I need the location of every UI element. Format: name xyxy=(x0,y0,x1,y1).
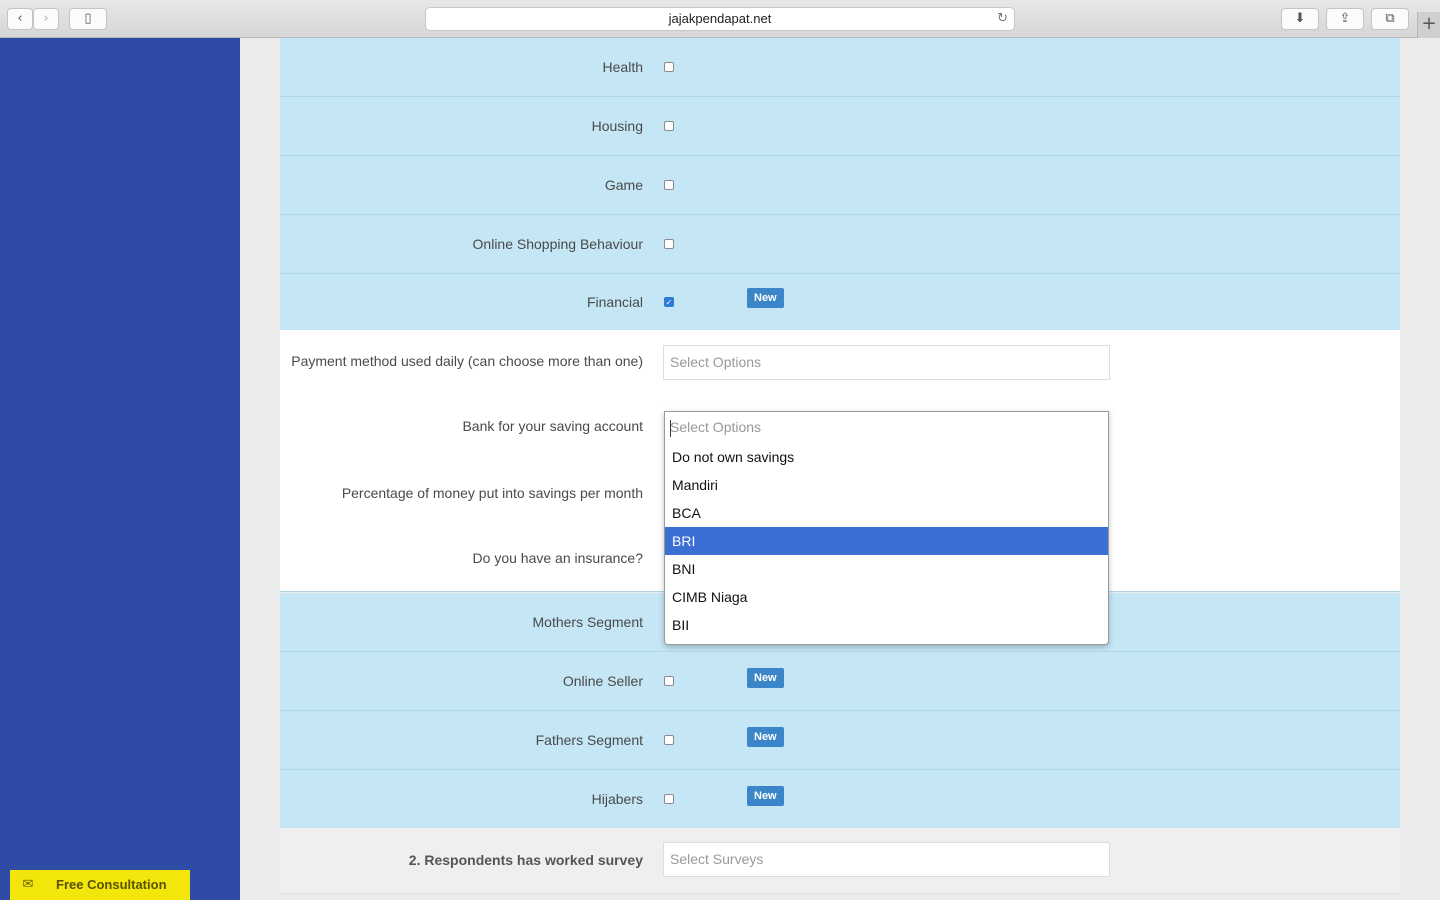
text-caret xyxy=(670,420,671,437)
reload-icon[interactable]: ↻ xyxy=(997,8,1008,30)
savings-percentage-label: Percentage of money put into savings per… xyxy=(341,485,643,501)
dropdown-search-input[interactable]: Select Options xyxy=(665,412,1108,443)
consultation-label: Free Consultation xyxy=(56,877,167,892)
bank-saving-label: Bank for your saving account xyxy=(462,418,643,434)
url-text: jajakpendapat.net xyxy=(668,11,772,26)
download-icon[interactable]: ⬇ xyxy=(1281,8,1319,30)
share-icon[interactable]: ⇪ xyxy=(1326,8,1364,30)
segment-checkbox-checked[interactable]: ✓ xyxy=(664,297,674,307)
segment-row-hijabers: Hijabers New xyxy=(280,770,1400,828)
free-consultation-button[interactable]: ✉ Free Consultation xyxy=(10,870,190,900)
payment-method-label: Payment method used daily (can choose mo… xyxy=(291,353,643,369)
segment-checkbox[interactable] xyxy=(664,735,674,745)
new-badge: New xyxy=(747,786,784,806)
dropdown-option[interactable]: BCA xyxy=(665,499,1108,527)
segment-row-game: Game xyxy=(280,156,1400,215)
segment-label: Housing xyxy=(591,118,643,134)
segment-checkbox[interactable] xyxy=(664,62,674,72)
segment-row-health: Health xyxy=(280,38,1400,97)
sidebar xyxy=(0,38,240,900)
segment-checkbox[interactable] xyxy=(664,180,674,190)
dropdown-option[interactable]: BNI xyxy=(665,555,1108,583)
segment-label: Hijabers xyxy=(591,791,643,807)
segment-row-online-shopping: Online Shopping Behaviour xyxy=(280,215,1400,274)
segment-row-financial: Financial ✓ New xyxy=(280,274,1400,330)
dropdown-option-highlighted[interactable]: BRI xyxy=(665,527,1108,555)
dropdown-option[interactable]: BII xyxy=(665,611,1108,639)
back-icon[interactable]: ‹ xyxy=(7,8,33,30)
segment-label: Game xyxy=(604,177,643,193)
sidebar-icon[interactable]: ▯ xyxy=(69,8,107,30)
segment-checkbox[interactable] xyxy=(664,121,674,131)
surveys-label: 2. Respondents has worked survey xyxy=(408,852,643,868)
segment-label: Fathers Segment xyxy=(535,732,643,748)
segment-checkbox[interactable] xyxy=(664,676,674,686)
segment-row-fathers: Fathers Segment New xyxy=(280,711,1400,770)
tabs-icon[interactable]: ⧉ xyxy=(1371,8,1409,30)
segment-label: Online Shopping Behaviour xyxy=(472,236,643,252)
dropdown-option[interactable]: Mandiri xyxy=(665,471,1108,499)
dropdown-placeholder: Select Options xyxy=(670,419,762,435)
segment-label: Financial xyxy=(586,294,643,310)
new-badge: New xyxy=(747,288,784,308)
segment-row-housing: Housing xyxy=(280,97,1400,156)
surveys-select[interactable]: Select Surveys xyxy=(663,842,1110,877)
segment-label: Mothers Segment xyxy=(532,614,644,630)
segment-row-online-seller: Online Seller New xyxy=(280,652,1400,711)
segment-label: Health xyxy=(602,59,643,75)
dropdown-option[interactable]: Do not own savings xyxy=(665,443,1108,471)
new-badge: New xyxy=(747,727,784,747)
envelope-icon: ✉ xyxy=(22,877,34,892)
insurance-label: Do you have an insurance? xyxy=(472,550,643,566)
dropdown-option[interactable]: CIMB Niaga xyxy=(665,583,1108,611)
forward-icon[interactable]: › xyxy=(33,8,59,30)
surveys-row: 2. Respondents has worked survey Select … xyxy=(280,828,1400,894)
address-bar[interactable]: jajakpendapat.net ↻ xyxy=(425,7,1015,31)
new-tab-button[interactable]: + xyxy=(1417,12,1440,38)
bank-saving-dropdown[interactable]: Select Options Do not own savings Mandir… xyxy=(664,411,1109,645)
segment-checkbox[interactable] xyxy=(664,239,674,249)
segment-checkbox[interactable] xyxy=(664,794,674,804)
browser-toolbar: ‹ › ▯ jajakpendapat.net ↻ ⬇ ⇪ ⧉ + xyxy=(0,0,1440,38)
payment-method-select[interactable]: Select Options xyxy=(663,345,1110,380)
segment-label: Online Seller xyxy=(562,673,643,689)
new-badge: New xyxy=(747,668,784,688)
